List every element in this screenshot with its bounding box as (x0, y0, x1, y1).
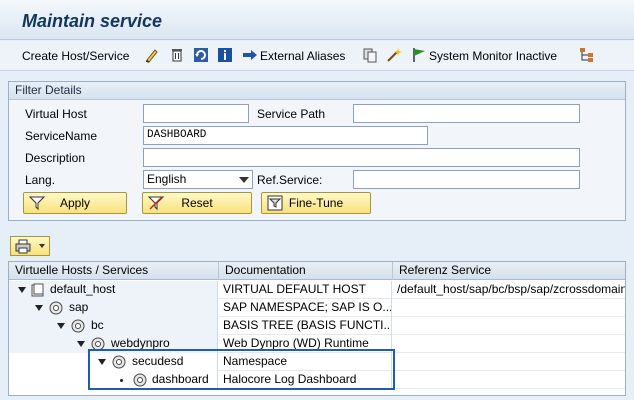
service-node-icon (49, 301, 63, 315)
tree-doc-cell: Halocore Log Dashboard (219, 371, 392, 389)
tree-node-cell: default_host (9, 281, 218, 299)
flag-icon[interactable] (411, 47, 427, 63)
apply-button[interactable]: Apply (23, 192, 127, 214)
title-bar: Maintain service (0, 0, 634, 40)
tree-node-cell: webdynpro (9, 335, 218, 353)
expand-triangle-icon[interactable] (57, 323, 65, 329)
tree-node-cell: bc (9, 317, 218, 335)
page-title: Maintain service (22, 11, 163, 31)
ref-service-input[interactable] (353, 170, 580, 189)
info-icon[interactable] (217, 47, 233, 63)
application-toolbar: Create Host/Service External Aliases Sys… (0, 41, 634, 71)
copy-icon[interactable] (362, 47, 378, 63)
tree-doc-cell: Web Dynpro (WD) Runtime (219, 335, 392, 353)
description-label: Description (25, 151, 86, 165)
print-button[interactable] (10, 236, 50, 256)
service-path-input[interactable] (353, 104, 580, 123)
tree-doc-cell: Namespace (219, 353, 392, 371)
tree-ref-cell: /default_host/sap/bc/bsp/sap/zcrossdomai… (397, 282, 626, 296)
edit-icon[interactable] (144, 47, 160, 63)
filter-details-title: Filter Details (9, 82, 625, 100)
ref-service-label: Ref.Service: (257, 173, 323, 187)
leaf-bullet-icon (120, 379, 123, 382)
tree-node-label: default_host (50, 282, 116, 296)
service-name-label: ServiceName (25, 129, 98, 143)
external-aliases-button[interactable]: External Aliases (260, 47, 345, 65)
tree-ref-cell (393, 353, 625, 371)
refresh-icon[interactable] (193, 47, 209, 63)
column-header-documentation[interactable]: Documentation (219, 262, 393, 280)
delete-icon[interactable] (169, 47, 185, 63)
filter-reset-icon (148, 196, 164, 211)
language-select[interactable]: English (143, 170, 253, 189)
tree-node-label: secudesd (132, 354, 184, 368)
tree-node-label: dashboard (152, 372, 209, 386)
tree-ref-cell (393, 335, 625, 353)
chevron-down-icon (39, 244, 45, 248)
tree-doc-cell: VIRTUAL DEFAULT HOST (219, 281, 392, 299)
service-name-input[interactable]: DASHBOARD (143, 126, 428, 145)
filter-icon (29, 196, 45, 211)
virtual-host-input[interactable] (143, 104, 249, 123)
tree-node-cell: secudesd (9, 353, 218, 371)
fine-tune-icon (267, 195, 283, 211)
service-node-icon (71, 319, 85, 333)
expand-triangle-icon[interactable] (18, 287, 26, 293)
expand-triangle-icon[interactable] (77, 341, 85, 347)
system-monitor-button[interactable]: System Monitor Inactive (429, 47, 557, 65)
create-host-service-button[interactable]: Create Host/Service (22, 47, 129, 65)
tree-row[interactable]: webdynpro Web Dynpro (WD) Runtime (9, 335, 625, 353)
filter-details-group: Filter Details Virtual Host Service Path… (8, 81, 626, 221)
chevron-down-icon (239, 177, 249, 183)
tree-row[interactable]: dashboard Halocore Log Dashboard (9, 371, 625, 389)
apply-button-label: Apply (59, 196, 91, 210)
tree-doc-cell: BASIS TREE (BASIS FUNCTI... (219, 317, 392, 335)
tree-ref-cell (393, 299, 625, 317)
tree-node-cell: dashboard (9, 371, 218, 389)
tree-node-label: bc (91, 318, 104, 332)
tree-ref-cell (393, 371, 625, 389)
hierarchy-icon[interactable] (579, 47, 595, 63)
service-node-icon (112, 355, 126, 369)
arrow-right-icon[interactable] (242, 47, 258, 63)
fine-tune-button-label: Fine-Tune (288, 196, 344, 210)
description-input[interactable] (143, 148, 580, 167)
service-node-icon (133, 373, 147, 387)
tree-doc-cell: SAP NAMESPACE; SAP IS O... (219, 299, 392, 317)
service-tree: Virtuelle Hosts / Services Documentation… (8, 261, 626, 396)
tree-header: Virtuelle Hosts / Services Documentation… (9, 262, 625, 280)
service-node-icon (91, 337, 105, 351)
fine-tune-button[interactable]: Fine-Tune (261, 192, 371, 214)
tree-ref-cell (393, 317, 625, 335)
reset-button[interactable]: Reset (142, 192, 252, 214)
tree-row[interactable]: default_host VIRTUAL DEFAULT HOST /defau… (9, 281, 625, 299)
language-select-value: English (147, 172, 187, 186)
tree-node-label: sap (69, 300, 89, 314)
wizard-icon[interactable] (386, 47, 402, 63)
tree-row[interactable]: sap SAP NAMESPACE; SAP IS O... (9, 299, 625, 317)
expand-triangle-icon[interactable] (35, 305, 43, 311)
virtual-host-label: Virtual Host (25, 107, 87, 121)
column-header-hosts[interactable]: Virtuelle Hosts / Services (9, 262, 219, 280)
language-label: Lang. (25, 173, 56, 187)
column-header-reference[interactable]: Referenz Service (393, 262, 625, 280)
reset-button-label: Reset (181, 196, 213, 210)
print-icon (15, 239, 31, 254)
tree-node-cell: sap (9, 299, 218, 317)
tree-row[interactable]: secudesd Namespace (9, 353, 625, 371)
expand-triangle-icon[interactable] (98, 359, 106, 365)
tree-row[interactable]: bc BASIS TREE (BASIS FUNCTI... (9, 317, 625, 335)
service-path-label: Service Path (257, 107, 326, 121)
host-folder-icon (31, 283, 44, 297)
tree-node-label: webdynpro (111, 336, 170, 350)
